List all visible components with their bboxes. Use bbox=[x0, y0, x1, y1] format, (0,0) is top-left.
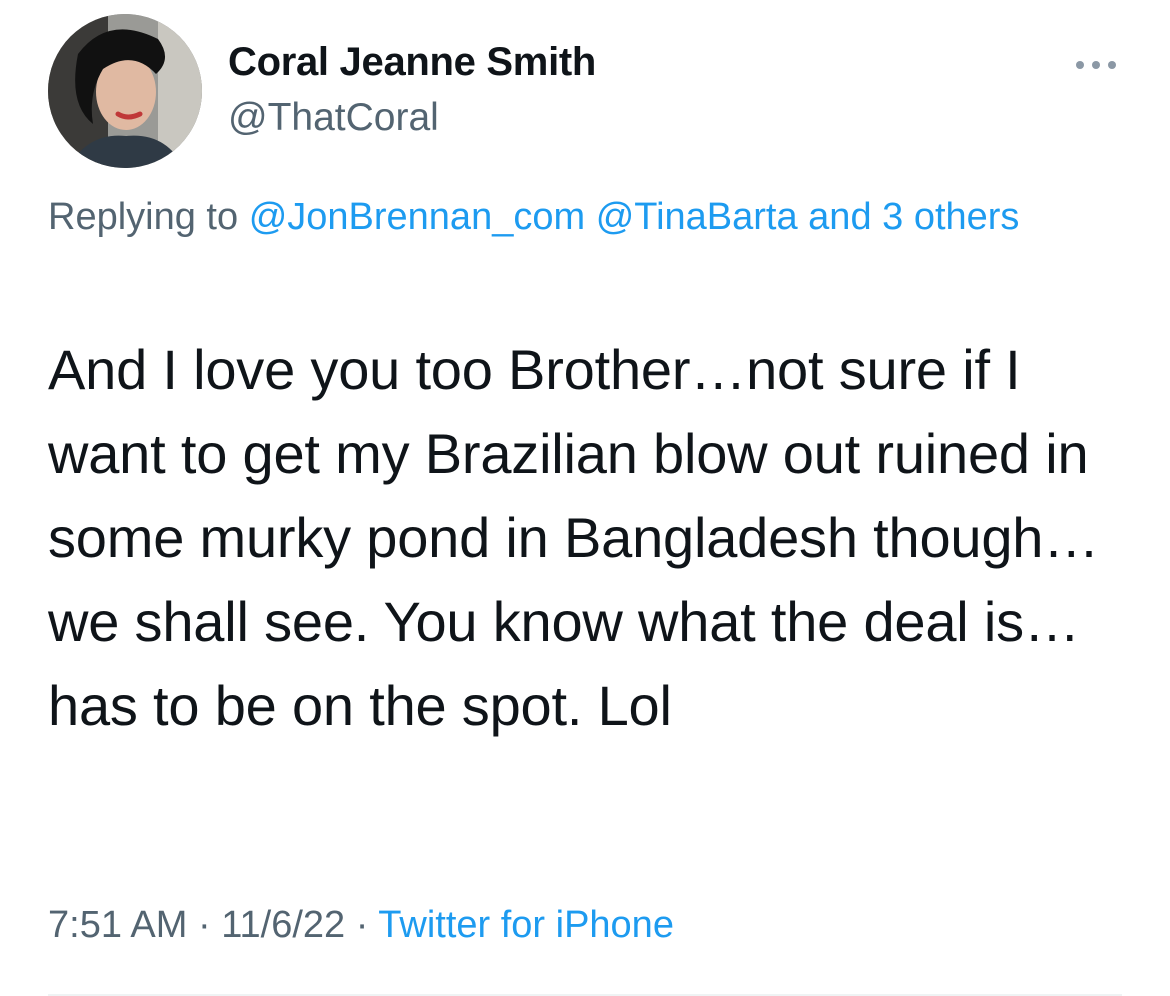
tweet-time[interactable]: 7:51 AM bbox=[48, 904, 187, 946]
tweet-source[interactable]: Twitter for iPhone bbox=[378, 904, 674, 946]
profile-photo-icon bbox=[48, 14, 202, 168]
tweet-text: And I love you too Brother…not sure if I… bbox=[48, 338, 1104, 737]
user-handle[interactable]: @ThatCoral bbox=[228, 96, 439, 140]
others-link[interactable]: and 3 others bbox=[808, 196, 1019, 238]
replying-to-label: Replying to bbox=[48, 196, 239, 238]
more-horizontal-icon bbox=[1076, 61, 1116, 69]
tweet-date[interactable]: 11/6/22 bbox=[221, 904, 345, 946]
meta-separator: · bbox=[197, 904, 211, 946]
tweet: Coral Jeanne Smith @ThatCoral Replying t… bbox=[0, 0, 1170, 996]
avatar[interactable] bbox=[48, 14, 202, 168]
mention-link[interactable]: @TinaBarta bbox=[596, 196, 798, 238]
mention-link[interactable]: @JonBrennan_com bbox=[249, 196, 585, 238]
replying-to: Replying to @JonBrennan_com @TinaBarta a… bbox=[48, 186, 1128, 248]
meta-separator: · bbox=[355, 904, 369, 946]
display-name[interactable]: Coral Jeanne Smith bbox=[228, 40, 596, 85]
tweet-meta: 7:51 AM · 11/6/22 · Twitter for iPhone bbox=[48, 904, 674, 947]
more-options-button[interactable] bbox=[1070, 50, 1122, 80]
